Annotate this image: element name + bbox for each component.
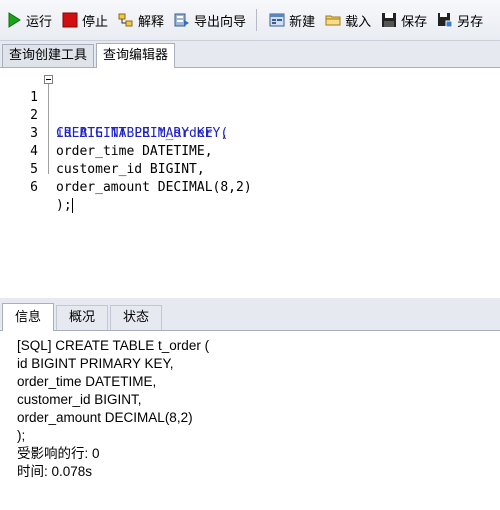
toolbar: 运行 停止 解释 导出向导 新建 载入 保存 另存 xyxy=(0,0,500,41)
code-line: 6 ); xyxy=(0,161,73,213)
load-label: 载入 xyxy=(345,14,372,30)
message-output: [SQL] CREATE TABLE t_order ( id BIGINT P… xyxy=(0,331,500,510)
tab-overview[interactable]: 概况 xyxy=(56,305,109,330)
query-tab-bar: 查询创建工具 查询编辑器 xyxy=(0,41,500,68)
export-wizard-label: 导出向导 xyxy=(194,14,247,30)
explain-button[interactable]: 解释 xyxy=(112,8,168,32)
save-label: 保存 xyxy=(401,14,428,30)
text-cursor xyxy=(71,198,73,213)
code-line: 2 id BIGINT PRIMARY KEY, xyxy=(0,89,228,141)
code-text: order_time DATETIME, xyxy=(56,144,213,159)
tab-query-editor[interactable]: 查询编辑器 xyxy=(96,43,176,68)
explain-label: 解释 xyxy=(138,14,165,30)
execution-time: 时间: 0.078s xyxy=(17,464,93,479)
export-icon xyxy=(174,12,190,28)
explain-icon xyxy=(118,12,134,28)
code-text: order_amount DECIMAL(8,2) xyxy=(56,180,252,195)
affected-rows: 受影响的行: 0 xyxy=(17,446,100,461)
output-line: customer_id BIGINT, xyxy=(17,392,142,407)
tab-status[interactable]: 状态 xyxy=(110,305,163,330)
run-label: 运行 xyxy=(26,14,53,30)
stop-label: 停止 xyxy=(82,14,109,30)
code-line: 3 order_time DATETIME, xyxy=(0,107,212,159)
folder-icon xyxy=(325,12,341,28)
code-text: customer_id BIGINT, xyxy=(56,162,205,177)
output-line: [SQL] CREATE TABLE t_order ( xyxy=(17,338,210,353)
result-tab-bar: 信息 概况 状态 xyxy=(0,302,500,331)
save-as-button[interactable]: 另存 xyxy=(431,8,487,32)
code-line: 1 CREATE TABLE t_order ( xyxy=(0,71,228,141)
output-line: id BIGINT PRIMARY KEY, xyxy=(17,356,174,371)
sql-editor[interactable]: 1 CREATE TABLE t_order ( 2 id BIGINT PRI… xyxy=(0,68,500,298)
code-text-last: ); xyxy=(56,198,72,213)
export-wizard-button[interactable]: 导出向导 xyxy=(168,8,250,32)
run-button[interactable]: 运行 xyxy=(0,8,56,32)
line-number: 6 xyxy=(30,180,38,195)
tab-query-builder[interactable]: 查询创建工具 xyxy=(2,44,95,67)
toolbar-separator xyxy=(256,9,258,31)
new-button[interactable]: 新建 xyxy=(263,8,319,32)
output-line: ); xyxy=(17,428,26,443)
tab-message[interactable]: 信息 xyxy=(2,303,55,331)
code-line: 5 order_amount DECIMAL(8,2) xyxy=(0,143,252,195)
code-text: ); xyxy=(56,197,73,215)
save-icon xyxy=(381,12,397,28)
new-query-icon xyxy=(269,12,285,28)
new-label: 新建 xyxy=(289,14,316,30)
stop-button[interactable]: 停止 xyxy=(56,8,112,32)
save-as-icon xyxy=(437,12,453,28)
stop-icon xyxy=(62,12,78,28)
fold-toggle[interactable] xyxy=(44,75,53,84)
save-button[interactable]: 保存 xyxy=(375,8,431,32)
save-as-label: 另存 xyxy=(457,14,484,30)
output-line: order_time DATETIME, xyxy=(17,374,157,389)
output-line: order_amount DECIMAL(8,2) xyxy=(17,410,193,425)
code-text: id BIGINT PRIMARY KEY, xyxy=(56,126,229,141)
play-icon xyxy=(6,12,22,28)
load-button[interactable]: 载入 xyxy=(319,8,375,32)
code-line: 4 customer_id BIGINT, xyxy=(0,125,205,177)
fold-guide xyxy=(48,82,49,174)
